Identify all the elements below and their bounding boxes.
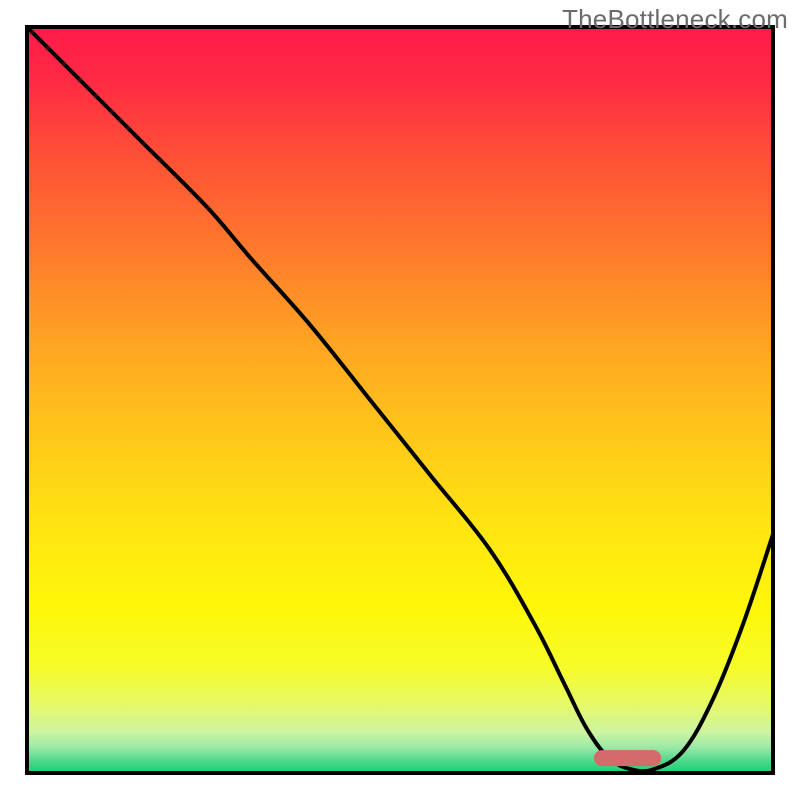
optimal-range-marker (594, 750, 661, 766)
chart-canvas (0, 0, 800, 800)
watermark-text: TheBottleneck.com (562, 4, 788, 35)
bottleneck-chart: TheBottleneck.com (0, 0, 800, 800)
